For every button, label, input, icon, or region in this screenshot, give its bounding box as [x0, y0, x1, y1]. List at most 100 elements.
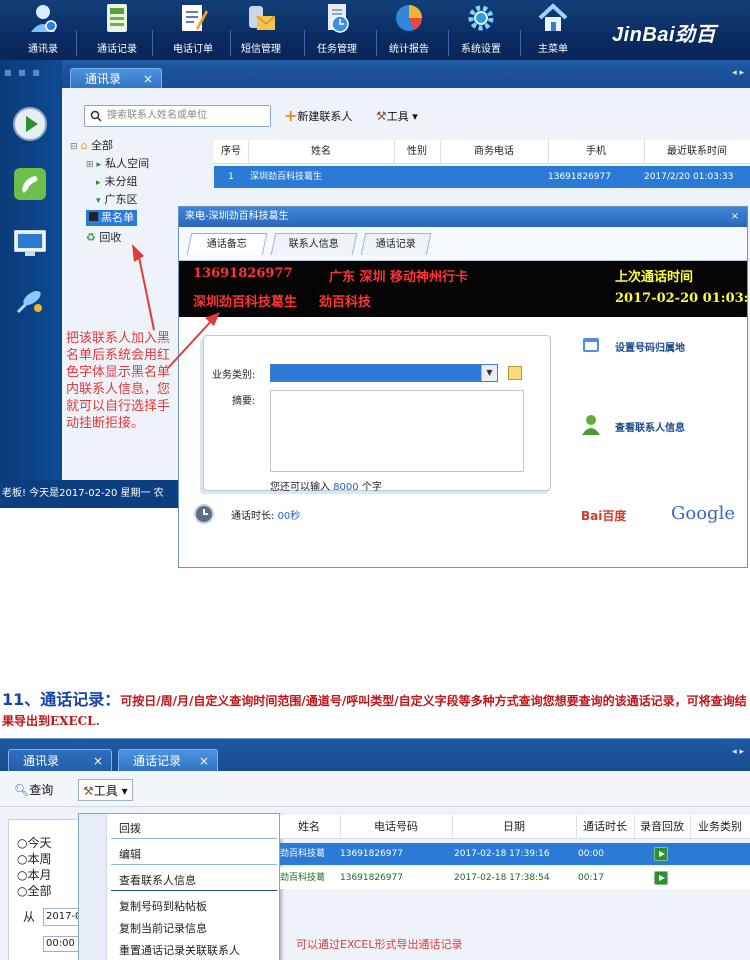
- menu-item-view-contact[interactable]: 查看联系人信息: [119, 872, 196, 888]
- monitor-icon[interactable]: [10, 224, 50, 264]
- column-header[interactable]: 姓名: [248, 140, 394, 164]
- toolbar-label: 统计报告: [389, 44, 429, 55]
- business-type-select[interactable]: ▼: [270, 364, 498, 382]
- incoming-call-popup: 来电-深圳劲百科技葛生 × 通话备忘 联系人信息 通话记录 1369182697…: [178, 206, 750, 568]
- view-contact-info-link[interactable]: 查看联系人信息: [615, 419, 685, 434]
- toolbar-call-log[interactable]: 通话记录: [82, 0, 152, 60]
- tree-label: 回收: [99, 231, 122, 244]
- cell-date: 2017-02-18 17:39:16: [454, 849, 550, 859]
- recycle-bin-icon: ♻: [86, 231, 96, 244]
- table-row[interactable]: 1 深圳劲百科技葛生 13691826977 2017/2/20 01:03:3…: [214, 166, 750, 188]
- cell-last-contact: 2017/2/20 01:03:33: [644, 172, 734, 182]
- toolbar-task[interactable]: 任务管理: [302, 0, 372, 60]
- column-header[interactable]: 最近联系时间: [644, 140, 750, 164]
- chevron-down-icon[interactable]: ▼: [481, 365, 497, 381]
- table-row[interactable]: 劲百科技葛 13691826977 2017-02-18 17:39:16 00…: [280, 843, 750, 865]
- search-input[interactable]: 搜索联系人姓名或单位: [84, 105, 271, 127]
- close-icon[interactable]: ×: [731, 207, 739, 227]
- tree-node-guangdong[interactable]: ▾ 广东区: [96, 192, 138, 209]
- cell-name: 劲百科技葛: [280, 873, 326, 883]
- tab-contacts[interactable]: 通讯录 ×: [70, 68, 162, 88]
- tab-label: 通话记录: [133, 754, 182, 768]
- tree-node-blacklist[interactable]: 黑名单: [86, 210, 137, 226]
- brand-logo: JinBai劲百: [612, 24, 717, 46]
- radio-today[interactable]: ○今天: [17, 834, 51, 851]
- toolbar-settings[interactable]: 系统设置: [446, 0, 516, 60]
- close-icon[interactable]: ×: [93, 750, 103, 772]
- arrow-right-icon: ▸: [96, 178, 101, 188]
- column-header[interactable]: 商务电话: [440, 140, 548, 164]
- close-icon[interactable]: ×: [143, 69, 153, 89]
- column-header[interactable]: 日期: [452, 815, 576, 839]
- tree-node-ungrouped[interactable]: ▸ 未分组: [96, 174, 138, 191]
- cell-duration: 00:00: [578, 849, 604, 859]
- call-duration: 通话时长: 00秒: [231, 511, 301, 522]
- phone-icon[interactable]: [10, 164, 50, 204]
- menu-item-copy-number[interactable]: 复制号码到粘帖板: [119, 898, 207, 914]
- menu-item-callback[interactable]: 回拨: [119, 820, 141, 836]
- tools-button[interactable]: ⚒工具 ▾: [376, 106, 418, 126]
- column-header[interactable]: 电话号码: [340, 815, 452, 839]
- caller-led-display: 13691826977 广东 深圳 移动神州行卡 深圳劲百科技葛生 劲百科技 上…: [179, 261, 750, 317]
- caller-company: 劲百科技: [319, 295, 372, 310]
- call-log-icon: [107, 4, 127, 32]
- google-search-link[interactable]: Google: [671, 503, 735, 524]
- tab-contacts[interactable]: 通讯录 ×: [8, 749, 112, 771]
- play-icon[interactable]: [10, 104, 50, 144]
- scroll-arrows-icon[interactable]: ◂ ▸: [732, 747, 744, 757]
- play-recording-icon[interactable]: [654, 847, 668, 861]
- satellite-icon[interactable]: [10, 282, 50, 322]
- left-sidebar: ■ ■ ■: [0, 60, 62, 480]
- tab-call-records[interactable]: 通话记录: [360, 233, 432, 255]
- column-header[interactable]: 业务类别: [690, 815, 750, 839]
- scroll-arrows-icon[interactable]: ◂ ▸: [732, 68, 744, 78]
- home-icon: [538, 3, 568, 31]
- column-header[interactable]: 序号: [214, 140, 248, 164]
- cell-phone: 13691826977: [340, 873, 403, 883]
- column-header[interactable]: 通话时长: [576, 815, 634, 839]
- menu-item-copy-record[interactable]: 复制当前记录信息: [119, 920, 207, 936]
- last-call-label: 上次通话时间: [615, 270, 694, 285]
- tools-dropdown-button[interactable]: ⚒工具 ▾: [78, 779, 133, 801]
- arrow-down-icon: ▾: [96, 196, 101, 206]
- cell-name: 劲百科技葛: [280, 849, 326, 859]
- column-header[interactable]: 姓名: [280, 815, 338, 839]
- call-memo-form: 业务类别: ▼ 摘要: 您还可以输入 8000 个字: [203, 335, 551, 493]
- tab-call-log[interactable]: 通话记录 ×: [118, 749, 218, 771]
- toolbar-main-menu[interactable]: 主菜单: [518, 0, 588, 60]
- radio-this-week[interactable]: ○本周: [17, 850, 51, 867]
- table-row[interactable]: 劲百科技葛 13691826977 2017-02-18 17:38:54 00…: [280, 867, 750, 889]
- column-header[interactable]: 性别: [394, 140, 440, 164]
- radio-all[interactable]: ○全部: [17, 882, 51, 899]
- tree-node-all[interactable]: ⊟ ⌂ 全部: [70, 138, 113, 155]
- tree-node-private[interactable]: ⊞ ▸ 私人空间: [86, 156, 149, 173]
- edit-icon[interactable]: [508, 366, 522, 380]
- caller-name: 深圳劲百科技葛生: [193, 295, 298, 310]
- column-header[interactable]: 手机: [548, 140, 644, 164]
- new-contact-button[interactable]: +新建联系人: [284, 106, 352, 126]
- toolbar-order[interactable]: 电话订单: [158, 0, 228, 60]
- play-recording-icon[interactable]: [654, 871, 668, 885]
- tab-contact-info[interactable]: 联系人信息: [270, 233, 358, 255]
- section-number: 11、通话记录：: [2, 690, 121, 709]
- time-filter-panel: ○今天 ○本周 ○本月 ○全部 从 2017-0 00:00: [8, 819, 88, 960]
- toolbar-label: 通话记录: [97, 44, 137, 55]
- toolbar-address-book[interactable]: 通讯录: [8, 0, 78, 60]
- tree-node-recycle[interactable]: ♻ 回收: [86, 230, 121, 246]
- column-header[interactable]: 录音回放: [634, 815, 690, 839]
- summary-textarea[interactable]: [270, 390, 524, 472]
- toolbar-statistics[interactable]: 统计报告: [374, 0, 444, 60]
- baidu-search-link[interactable]: Bai百度: [581, 507, 626, 524]
- radio-this-month[interactable]: ○本月: [17, 866, 51, 883]
- close-icon[interactable]: ×: [199, 750, 209, 772]
- toolbar-label: 通讯录: [28, 44, 58, 55]
- set-number-region-link[interactable]: 设置号码归属地: [615, 339, 685, 354]
- toolbar-sms[interactable]: 短信管理: [226, 0, 296, 60]
- tab-call-memo[interactable]: 通话备忘: [186, 233, 268, 255]
- toolbar-label: 电话订单: [173, 44, 213, 55]
- menu-item-reset-link[interactable]: 重置通话记录关联联系人: [119, 942, 240, 958]
- clock-icon: [194, 504, 214, 524]
- query-button[interactable]: 🔍︎查询: [14, 779, 53, 801]
- tab-label: 通讯录: [23, 754, 60, 768]
- menu-item-edit[interactable]: 编辑: [119, 846, 141, 862]
